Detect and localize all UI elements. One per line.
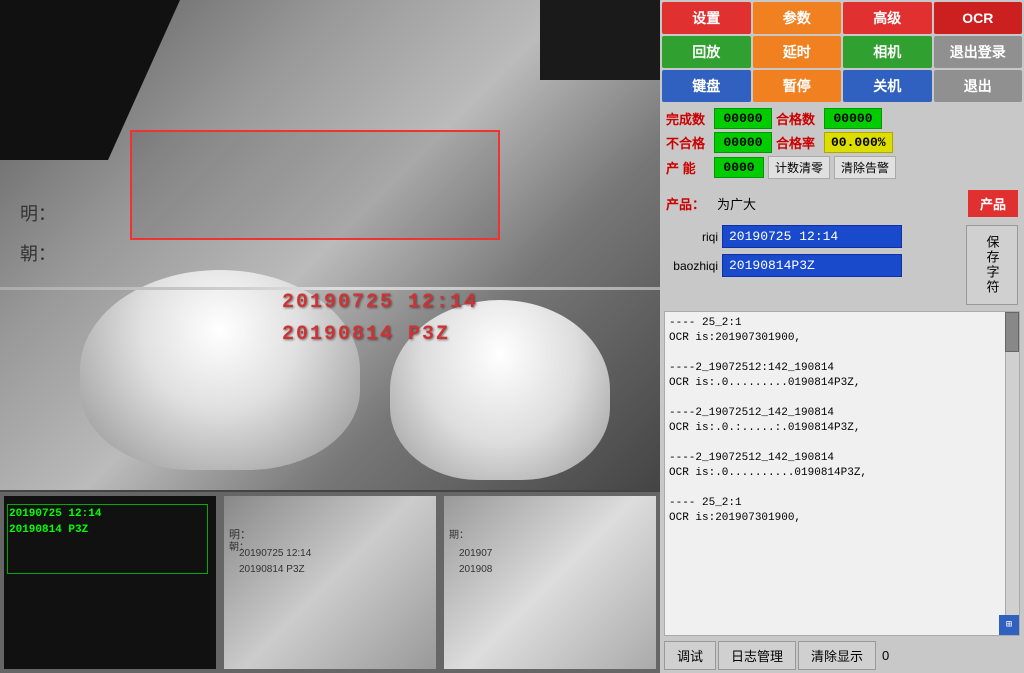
log-line-2: OCR is:201907301900, <box>669 331 1015 346</box>
log-line-11: OCR is:.0..........0190814P3Z, <box>669 466 1015 481</box>
log-line-12 <box>669 481 1015 496</box>
product-name: 为广大 <box>711 192 962 215</box>
setup-button[interactable]: 设置 <box>662 2 751 34</box>
log-management-button[interactable]: 日志管理 <box>718 641 796 670</box>
ocr-fields: riqi 20190725 12:14 baozhiqi 20190814P3Z… <box>660 221 1024 309</box>
log-line-1: ---- 25_2:1 <box>669 316 1015 331</box>
thumb-1-line2: 20190814 P3Z <box>9 522 101 538</box>
thumbnail-2[interactable]: 明： 朝： 20190725 12:14 20190814 P3Z <box>224 496 436 669</box>
right-panel: 设置 参数 高级 OCR 回放 延时 相机 退出登录 键盘 暂停 关机 退出 完… <box>660 0 1024 673</box>
thumb-3-line2: 201908 <box>459 562 492 578</box>
camera-button[interactable]: 相机 <box>843 36 932 68</box>
keyboard-button[interactable]: 键盘 <box>662 70 751 102</box>
pass-value: 00000 <box>824 108 882 129</box>
pause-button[interactable]: 暂停 <box>753 70 842 102</box>
ocr-riqi-row: riqi 20190725 12:14 <box>666 225 962 248</box>
stats-area: 完成数 00000 合格数 00000 不合格 00000 合格率 00.000… <box>660 104 1024 186</box>
log-line-10: ----2_19072512_142_190814 <box>669 451 1015 466</box>
advanced-button[interactable]: 高级 <box>843 2 932 34</box>
thumb-3-text: 201907 201908 <box>459 546 492 578</box>
baozhiqi-label: baozhiqi <box>666 259 718 273</box>
cam-dark-area-tr <box>540 0 660 80</box>
detection-line2: 20190814 P3Z <box>282 319 478 351</box>
log-line-13: ---- 25_2:1 <box>669 496 1015 511</box>
pass-label: 合格数 <box>776 109 820 128</box>
clear-display-button[interactable]: 清除显示 <box>798 641 876 670</box>
log-line-14: OCR is:201907301900, <box>669 511 1015 526</box>
bottom-buttons: 调试 日志管理 清除显示 0 <box>660 638 1024 673</box>
debug-button[interactable]: 调试 <box>664 641 716 670</box>
complete-label: 完成数 <box>666 109 710 128</box>
bottom-count: 0 <box>882 648 889 663</box>
log-line-3 <box>669 346 1015 361</box>
side-label-ming: 明： <box>20 200 56 226</box>
thumb-3-label-period: 期： <box>449 526 469 541</box>
delay-button[interactable]: 延时 <box>753 36 842 68</box>
log-icon-symbol: ⊞ <box>1006 618 1012 633</box>
detection-line1: 20190725 12:14 <box>282 287 478 319</box>
baozhiqi-value[interactable]: 20190814P3Z <box>722 254 902 277</box>
playback-button[interactable]: 回放 <box>662 36 751 68</box>
log-icon: ⊞ <box>999 615 1019 635</box>
detection-box: 20190725 12:14 20190814 P3Z <box>130 130 500 240</box>
shutdown-button[interactable]: 关机 <box>843 70 932 102</box>
stats-row-3: 产 能 0000 计数清零 清除告警 <box>666 156 1018 179</box>
logout-button[interactable]: 退出登录 <box>934 36 1023 68</box>
thumbnail-strip: 20190725 12:14 20190814 P3Z 明： 朝： 201907… <box>0 490 660 673</box>
fail-value: 00000 <box>714 132 772 153</box>
detection-text: 20190725 12:14 20190814 P3Z <box>282 287 478 351</box>
riqi-value[interactable]: 20190725 12:14 <box>722 225 902 248</box>
ocr-fields-left: riqi 20190725 12:14 baozhiqi 20190814P3Z <box>666 225 962 305</box>
camera-panel: 明： 朝： 20190725 12:14 20190814 P3Z 201907… <box>0 0 660 673</box>
save-char-button[interactable]: 保存字符 <box>966 225 1018 305</box>
capacity-label: 产 能 <box>666 158 710 177</box>
capacity-value: 0000 <box>714 157 764 178</box>
stats-row-2: 不合格 00000 合格率 00.000% <box>666 132 1018 153</box>
complete-value: 00000 <box>714 108 772 129</box>
exit-button[interactable]: 退出 <box>934 70 1023 102</box>
thumb-3-line1: 201907 <box>459 546 492 562</box>
product-label: 产品： <box>666 194 705 213</box>
log-area[interactable]: ---- 25_2:1 OCR is:201907301900, ----2_1… <box>664 311 1020 636</box>
log-line-4: ----2_19072512:142_190814 <box>669 361 1015 376</box>
log-line-7: ----2_19072512_142_190814 <box>669 406 1015 421</box>
button-grid: 设置 参数 高级 OCR 回放 延时 相机 退出登录 键盘 暂停 关机 退出 <box>660 0 1024 104</box>
log-content: ---- 25_2:1 OCR is:201907301900, ----2_1… <box>669 316 1015 526</box>
thumb-1-line1: 20190725 12:14 <box>9 506 101 522</box>
clear-alarm-button[interactable]: 清除告警 <box>834 156 896 179</box>
fail-label: 不合格 <box>666 133 710 152</box>
product-button[interactable]: 产品 <box>968 190 1018 217</box>
clear-count-button[interactable]: 计数清零 <box>768 156 830 179</box>
ocr-baozhiqi-row: baozhiqi 20190814P3Z <box>666 254 962 277</box>
log-scrollbar[interactable] <box>1005 312 1019 635</box>
log-line-6 <box>669 391 1015 406</box>
log-scrollbar-thumb[interactable] <box>1005 312 1019 352</box>
product-row: 产品： 为广大 产品 <box>660 186 1024 221</box>
thumb-1-text: 20190725 12:14 20190814 P3Z <box>9 506 101 538</box>
log-line-9 <box>669 436 1015 451</box>
log-line-5: OCR is:.0.........0190814P3Z, <box>669 376 1015 391</box>
params-button[interactable]: 参数 <box>753 2 842 34</box>
stats-row-1: 完成数 00000 合格数 00000 <box>666 108 1018 129</box>
thumb-2-line2: 20190814 P3Z <box>239 562 311 578</box>
thumbnail-3[interactable]: 期： 201907 201908 <box>444 496 656 669</box>
thumb-2-line1: 20190725 12:14 <box>239 546 311 562</box>
thumb-2-text: 20190725 12:14 20190814 P3Z <box>239 546 311 578</box>
ocr-button[interactable]: OCR <box>934 2 1023 34</box>
log-line-8: OCR is:.0.:.....:.0190814P3Z, <box>669 421 1015 436</box>
riqi-label: riqi <box>666 230 718 244</box>
thumbnail-1[interactable]: 20190725 12:14 20190814 P3Z <box>4 496 216 669</box>
side-label-chao: 朝： <box>20 240 56 266</box>
pass-rate-label: 合格率 <box>776 133 820 152</box>
pass-rate-value: 00.000% <box>824 132 893 153</box>
main-camera-view: 明： 朝： 20190725 12:14 20190814 P3Z <box>0 0 660 490</box>
